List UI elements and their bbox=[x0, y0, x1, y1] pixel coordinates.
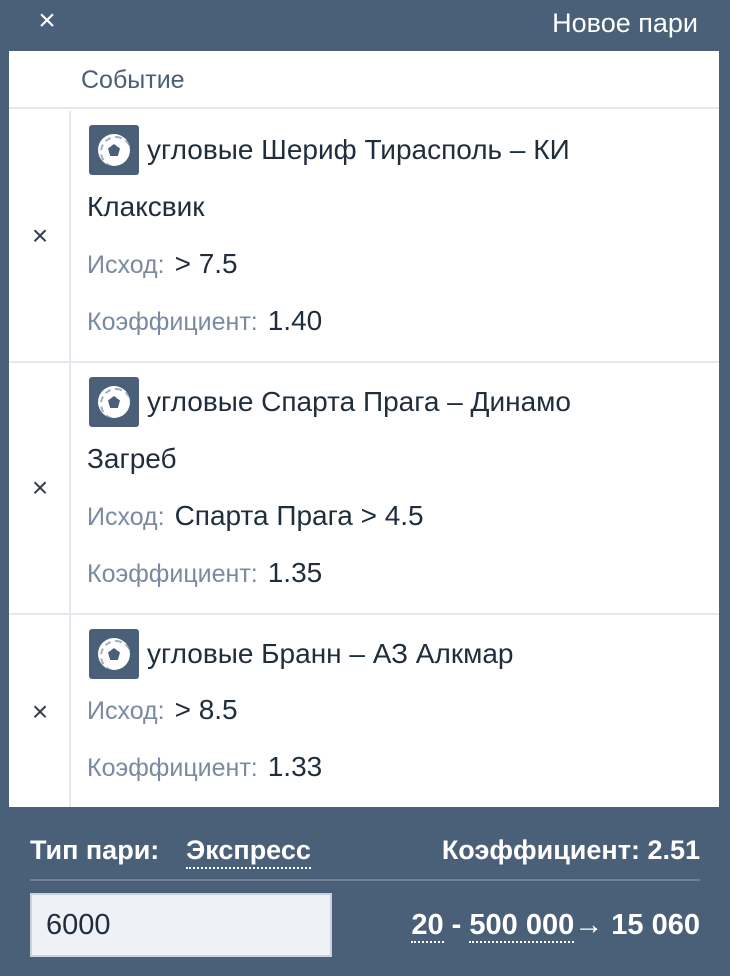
bet-type-selector[interactable]: Экспресс bbox=[186, 833, 311, 869]
bet-row: × угловые Шериф Тирасполь – КИ Клаксвик … bbox=[9, 111, 719, 363]
total-odds: Коэффициент: 2.51 bbox=[441, 835, 700, 865]
outcome: Исход: > 7.5 bbox=[87, 249, 238, 280]
bet-slip-footer: Тип пари: Экспресс Коэффициент: 2.51 20 … bbox=[0, 807, 730, 976]
outcome-value: > 8.5 bbox=[174, 694, 238, 725]
odds-value: 1.35 bbox=[267, 557, 323, 588]
column-event-label: Событие bbox=[81, 66, 185, 94]
odds-value: 1.33 bbox=[267, 751, 323, 782]
event-name: угловые Шериф Тирасполь – КИ bbox=[87, 121, 707, 178]
outcome-label: Исход: bbox=[87, 251, 165, 279]
odds-label: Коэффициент: bbox=[87, 754, 258, 782]
potential-payout: 15 060 bbox=[611, 909, 700, 941]
column-header: Событие bbox=[9, 51, 719, 109]
event-name: угловые Спарта Прага – Динамо bbox=[87, 373, 707, 430]
odds: Коэффициент: 1.33 bbox=[87, 752, 322, 783]
panel-title: Новое пари bbox=[552, 8, 698, 38]
outcome-value: Спарта Прага > 4.5 bbox=[174, 500, 424, 531]
odds: Коэффициент: 1.35 bbox=[87, 558, 322, 589]
odds-value: 1.40 bbox=[267, 305, 323, 336]
outcome-label: Исход: bbox=[87, 503, 165, 531]
remove-bet-icon[interactable]: × bbox=[27, 221, 53, 251]
event-name-line1: угловые Бранн – АЗ Алкмар bbox=[147, 638, 514, 669]
bet-remove-cell: × bbox=[9, 111, 71, 361]
event-name-line1: угловые Спарта Прага – Динамо bbox=[147, 386, 571, 417]
event-name-line1: угловые Шериф Тирасполь – КИ bbox=[147, 134, 570, 165]
bet-remove-cell: × bbox=[9, 363, 71, 613]
remove-bet-icon[interactable]: × bbox=[27, 473, 53, 503]
bet-row: × угловые Спарта Прага – Динамо Загреб И… bbox=[9, 363, 719, 615]
odds-label: Коэффициент: bbox=[87, 308, 258, 336]
bet-slip-panel: × Новое пари Событие × угловые Шериф Тир… bbox=[0, 0, 730, 976]
min-stake-link[interactable]: 20 bbox=[411, 909, 444, 943]
odds-label: Коэффициент: bbox=[87, 560, 258, 588]
bet-list: Событие × угловые Шериф Тирасполь – КИ К… bbox=[9, 51, 719, 807]
limits-separator: - bbox=[451, 909, 462, 941]
stake-limits: 20 - 500 000→ 15 060 bbox=[411, 907, 700, 943]
outcome: Исход: Спарта Прага > 4.5 bbox=[87, 501, 424, 532]
outcome: Исход: > 8.5 bbox=[87, 695, 238, 726]
odds: Коэффициент: 1.40 bbox=[87, 306, 322, 337]
max-stake-link[interactable]: 500 000 bbox=[469, 909, 575, 943]
bet-remove-cell: × bbox=[9, 615, 71, 807]
arrow-right-icon: → bbox=[574, 909, 604, 941]
remove-bet-icon[interactable]: × bbox=[27, 697, 53, 727]
event-name-line2: Клаксвик bbox=[87, 191, 205, 222]
bet-slip-header: × Новое пари bbox=[0, 0, 730, 50]
event-name-line2: Загреб bbox=[87, 443, 177, 474]
bet-row: × угловые Бранн – АЗ Алкмар Исход: > 8.5 … bbox=[9, 615, 719, 807]
footer-divider bbox=[30, 879, 700, 881]
event-name: угловые Бранн – АЗ Алкмар bbox=[87, 625, 707, 682]
outcome-value: > 7.5 bbox=[174, 248, 238, 279]
outcome-label: Исход: bbox=[87, 697, 165, 725]
close-icon[interactable]: × bbox=[30, 4, 64, 38]
bet-type-label: Тип пари: bbox=[30, 835, 160, 865]
stake-input[interactable] bbox=[30, 893, 332, 957]
